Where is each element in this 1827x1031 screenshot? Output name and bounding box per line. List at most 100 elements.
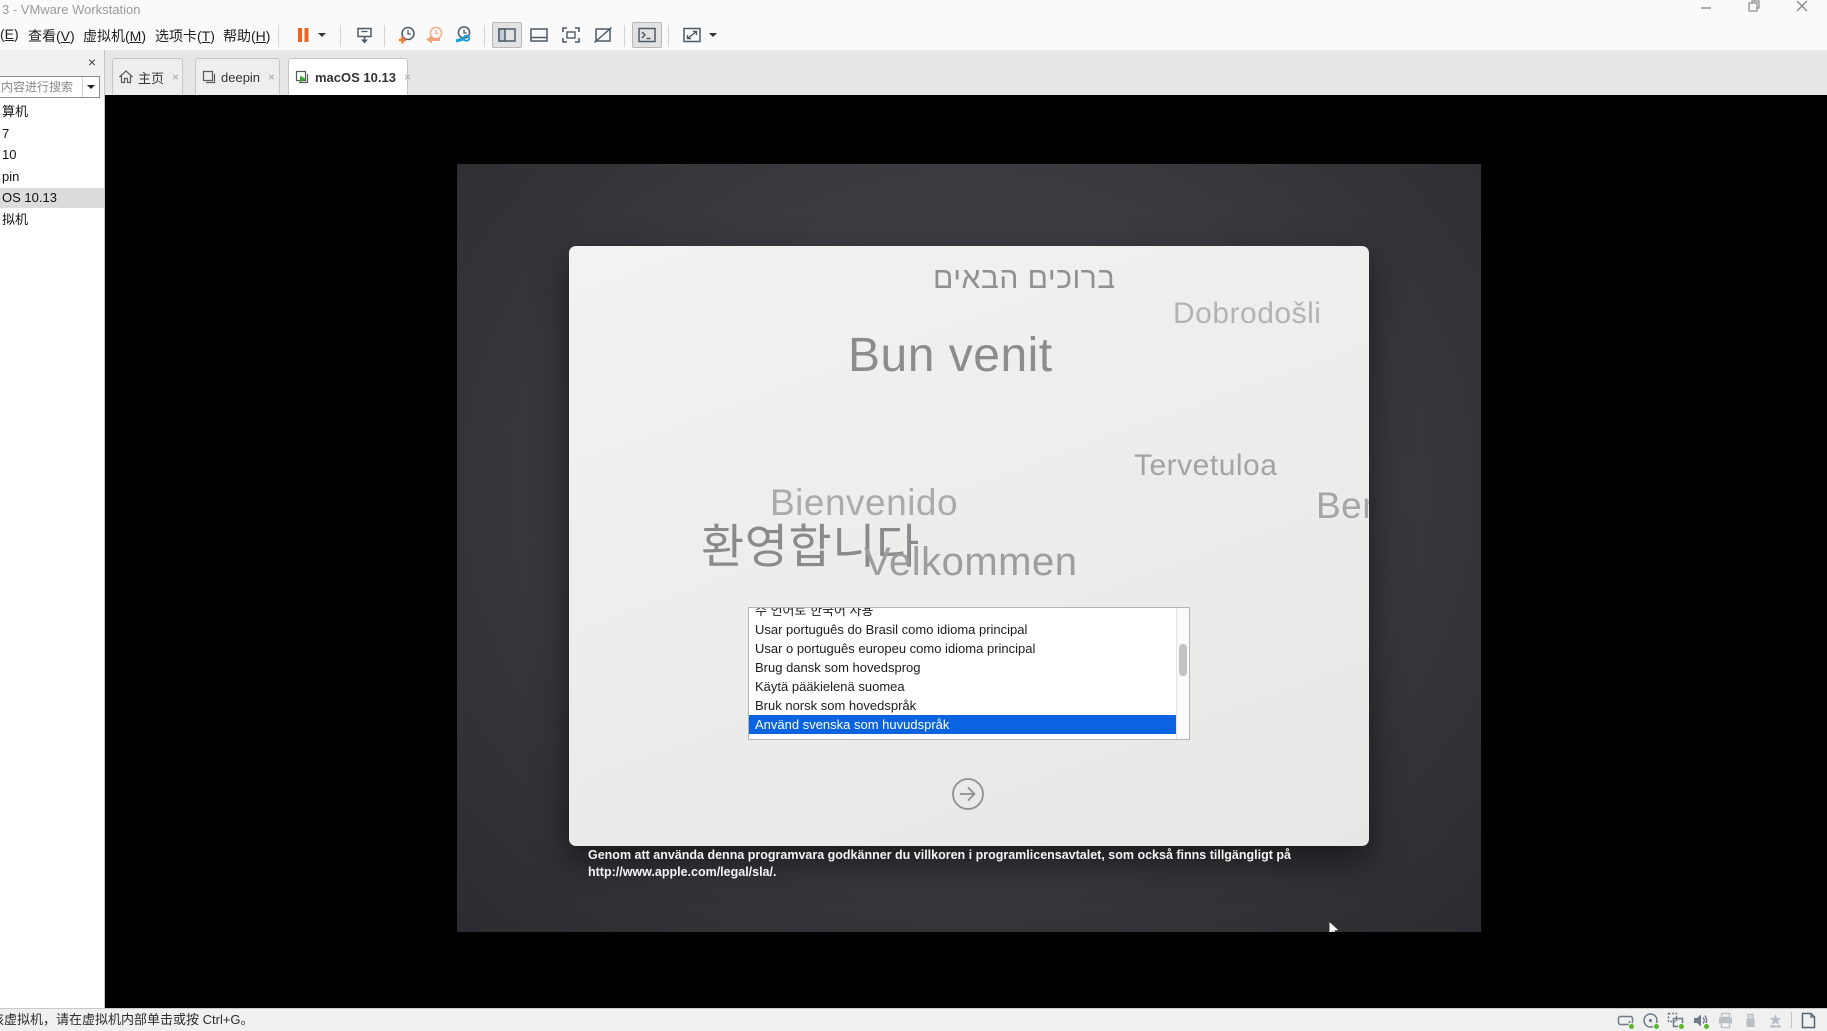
toolbar-separator bbox=[278, 25, 279, 47]
search-placeholder: 入内容进行搜索 bbox=[0, 80, 74, 94]
language-option-swedish[interactable]: Använd svenska som huvudspråk bbox=[749, 715, 1177, 734]
titlebar: 3 - VMware Workstation bbox=[0, 0, 1827, 22]
menubar: (E) 查看(V) 虚拟机(M) 选项卡(T) 帮助(H) bbox=[0, 22, 1827, 50]
sidebar-close-icon[interactable]: × bbox=[88, 54, 96, 70]
peripheral-icon[interactable] bbox=[1766, 1011, 1784, 1029]
unity-mode-button[interactable] bbox=[588, 22, 618, 48]
language-option-korean[interactable]: 주 언어로 한국어 사용 bbox=[749, 608, 1177, 620]
sidebar-item-macos-10-13[interactable]: OS 10.13 bbox=[0, 188, 104, 208]
toolbar-separator bbox=[340, 25, 341, 47]
greeting-finnish: Tervetuloa bbox=[1134, 449, 1278, 482]
chevron-down-icon[interactable] bbox=[318, 33, 326, 37]
toolbar-separator bbox=[384, 25, 385, 47]
sidebar-item-shared-vms[interactable]: 拟机 bbox=[0, 210, 104, 230]
connected-dot bbox=[1678, 1023, 1685, 1030]
toolbar-separator bbox=[624, 25, 625, 47]
revert-snapshot-button[interactable] bbox=[421, 22, 449, 48]
sidebar-item-vm-1[interactable]: 7 bbox=[0, 124, 104, 144]
sound-icon[interactable] bbox=[1691, 1011, 1710, 1030]
printer-icon[interactable] bbox=[1716, 1011, 1734, 1029]
sidebar-item-deepin[interactable]: pin bbox=[0, 167, 104, 187]
library-search-input[interactable]: 入内容进行搜索 bbox=[0, 76, 100, 98]
connected-dot bbox=[1703, 1023, 1710, 1030]
connected-dot bbox=[1628, 1023, 1635, 1030]
mouse-cursor bbox=[1328, 920, 1341, 932]
status-separator bbox=[1791, 1012, 1792, 1028]
thumbnail-bar-toggle-button[interactable] bbox=[524, 22, 554, 48]
network-adapter-icon[interactable] bbox=[1666, 1011, 1685, 1030]
language-list[interactable]: 주 언어로 한국어 사용 Usar português do Brasil co… bbox=[748, 607, 1190, 740]
license-agreement-text: Genom att använda denna programvara godk… bbox=[588, 848, 1291, 879]
menu-view[interactable]: 查看(V) bbox=[28, 26, 75, 46]
home-icon bbox=[119, 70, 133, 84]
chevron-down-icon bbox=[87, 85, 95, 89]
message-log-icon[interactable] bbox=[1799, 1011, 1817, 1029]
greeting-hebrew: ברוכים הבאים bbox=[933, 262, 1116, 295]
arrow-right-icon bbox=[952, 778, 984, 810]
tab-home[interactable]: 主页 × bbox=[112, 58, 183, 95]
status-message: 该虚拟机，请在虚拟机内部单击或按 Ctrl+G。 bbox=[0, 1011, 254, 1027]
close-icon[interactable] bbox=[1795, 0, 1809, 12]
unity-mode-icon bbox=[594, 26, 612, 44]
menu-edit[interactable]: (E) bbox=[0, 26, 19, 42]
library-panel-icon bbox=[498, 28, 516, 42]
language-option-pt-europe[interactable]: Usar o português europeu como idioma pri… bbox=[749, 639, 1177, 658]
fit-guest-screen-button[interactable] bbox=[676, 22, 722, 48]
revert-snapshot-icon bbox=[426, 26, 443, 44]
usb-icon[interactable] bbox=[1741, 1011, 1759, 1029]
greeting-portuguese: Bem bbox=[1316, 485, 1369, 526]
tab-strip: 主页 × deepin × macOS 10.13 × bbox=[105, 50, 1827, 95]
menu-help[interactable]: 帮助(H) bbox=[223, 26, 270, 46]
console-icon bbox=[638, 27, 656, 43]
snapshot-manager-button[interactable] bbox=[449, 22, 477, 48]
greeting-romanian: Bun venit bbox=[848, 329, 1053, 382]
tab-deepin[interactable]: deepin × bbox=[195, 58, 280, 95]
toolbar-separator bbox=[484, 25, 485, 47]
cd-dvd-icon[interactable] bbox=[1641, 1011, 1660, 1030]
menu-vm[interactable]: 虚拟机(M) bbox=[83, 26, 146, 46]
hard-disk-icon[interactable] bbox=[1616, 1011, 1635, 1030]
send-ctrl-alt-del-button[interactable] bbox=[350, 22, 378, 48]
tab-close-icon[interactable]: × bbox=[402, 70, 413, 84]
language-option-finnish[interactable]: Käytä pääkielenä suomea bbox=[749, 677, 1177, 696]
pause-icon bbox=[298, 28, 309, 42]
sidebar-item-my-computer[interactable]: 算机 bbox=[0, 102, 104, 122]
greeting-danish: Velkommen bbox=[864, 540, 1078, 584]
tab-close-icon[interactable]: × bbox=[266, 70, 277, 84]
language-list-scrollbar[interactable] bbox=[1176, 608, 1189, 739]
tab-close-icon[interactable]: × bbox=[170, 70, 181, 84]
take-snapshot-button[interactable] bbox=[393, 22, 421, 48]
statusbar: 该虚拟机，请在虚拟机内部单击或按 Ctrl+G。 bbox=[0, 1008, 1827, 1031]
ctrl-alt-del-icon bbox=[356, 27, 372, 43]
minimize-button[interactable] bbox=[1699, 0, 1713, 12]
snapshot-manager-icon bbox=[455, 26, 471, 43]
language-option-danish[interactable]: Brug dansk som hovedsprog bbox=[749, 658, 1177, 677]
macos-installer-welcome-dialog: ברוכים הבאים Dobrodošli Bun venit Tervet… bbox=[569, 246, 1369, 846]
language-option-norwegian[interactable]: Bruk norsk som hovedspråk bbox=[749, 696, 1177, 715]
console-view-button[interactable] bbox=[632, 22, 662, 48]
menu-tabs[interactable]: 选项卡(T) bbox=[155, 26, 215, 46]
window-title: 3 - VMware Workstation bbox=[2, 2, 141, 17]
vm-library-list: 算机 7 10 pin OS 10.13 拟机 bbox=[0, 98, 104, 1008]
thumbnail-bar-icon bbox=[530, 28, 548, 42]
fullscreen-icon bbox=[562, 27, 580, 43]
sidebar-item-vm-2[interactable]: 10 bbox=[0, 145, 104, 165]
fit-screen-icon bbox=[682, 27, 701, 43]
vm-display-area[interactable]: ברוכים הבאים Dobrodošli Bun venit Tervet… bbox=[105, 95, 1827, 1008]
tab-macos-10-13[interactable]: macOS 10.13 × bbox=[288, 58, 411, 95]
library-sidebar: × 入内容进行搜索 算机 7 10 pin OS 10.13 拟机 bbox=[0, 50, 105, 1008]
continue-button[interactable] bbox=[951, 777, 985, 811]
library-panel-toggle-button[interactable] bbox=[492, 22, 522, 48]
language-option-pt-brazil[interactable]: Usar português do Brasil como idioma pri… bbox=[749, 620, 1177, 639]
chevron-down-icon[interactable] bbox=[708, 33, 717, 37]
vm-running-icon bbox=[295, 70, 310, 84]
greeting-slovenian: Dobrodošli bbox=[1173, 297, 1322, 330]
vm-icon bbox=[202, 70, 216, 84]
macos-guest-screen[interactable]: ברוכים הבאים Dobrodošli Bun venit Tervet… bbox=[457, 164, 1481, 932]
pause-vm-button[interactable] bbox=[288, 22, 332, 48]
search-dropdown-button[interactable] bbox=[82, 77, 99, 97]
scrollbar-thumb[interactable] bbox=[1179, 644, 1187, 676]
toolbar-separator bbox=[668, 25, 669, 47]
fullscreen-button[interactable] bbox=[556, 22, 586, 48]
restore-button[interactable] bbox=[1747, 0, 1761, 12]
